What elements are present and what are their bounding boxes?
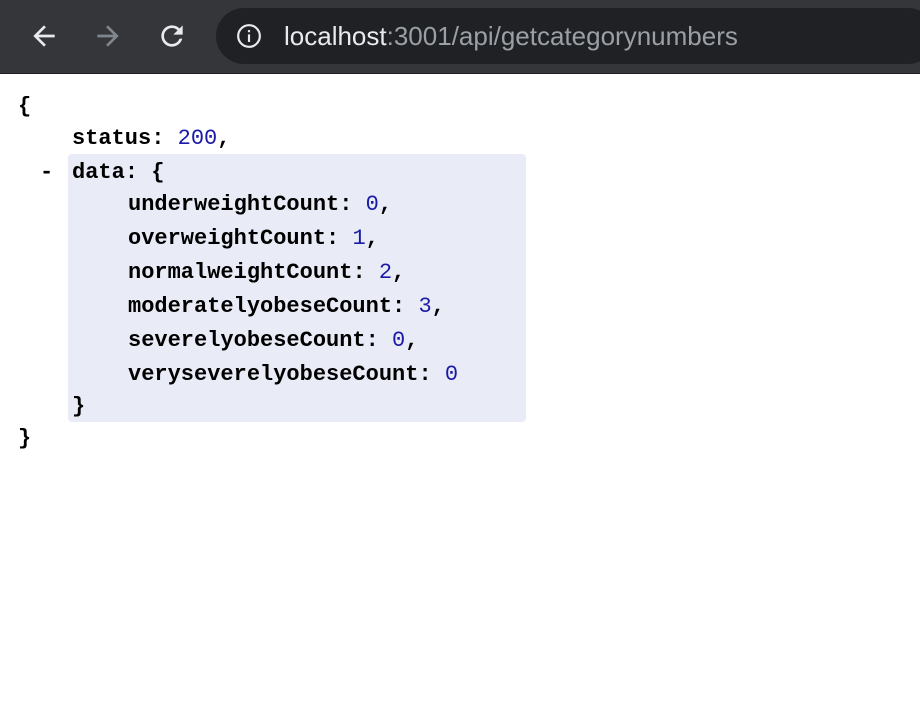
field-row: normalweightCount: 2,	[128, 260, 406, 285]
field-value: 0	[392, 328, 406, 353]
root-close-brace: }	[18, 426, 32, 451]
reload-button[interactable]	[152, 16, 192, 56]
field-value: 0	[444, 362, 459, 387]
arrow-right-icon	[97, 25, 119, 47]
root-open-brace: {	[18, 94, 32, 119]
field-row: moderatelyobeseCount: 3,	[128, 294, 445, 319]
browser-toolbar: localhost:3001/api/getcategorynumbers	[0, 0, 920, 73]
field-row: severelyobeseCount: 0,	[128, 328, 419, 353]
field-key: severelyobeseCount	[128, 328, 366, 353]
field-row: underweightCount: 0,	[128, 192, 393, 217]
data-line[interactable]: data: {	[72, 158, 164, 188]
field-key: moderatelyobeseCount	[128, 294, 393, 319]
arrow-left-icon	[33, 25, 55, 47]
status-key: status	[72, 126, 152, 151]
field-value: 1	[352, 226, 366, 251]
url-path: :3001/api/getcategorynumbers	[386, 21, 738, 51]
forward-button[interactable]	[88, 16, 128, 56]
data-close-brace: }	[72, 394, 86, 419]
collapse-toggle[interactable]: -	[40, 158, 53, 188]
back-button[interactable]	[24, 16, 64, 56]
url-host: localhost	[284, 21, 387, 51]
field-row: veryseverelyobeseCount: 0	[128, 362, 459, 387]
url-text[interactable]: localhost:3001/api/getcategorynumbers	[284, 18, 738, 54]
info-icon[interactable]	[236, 23, 262, 49]
field-value: 3	[418, 294, 432, 319]
field-key: veryseverelyobeseCount	[128, 362, 419, 387]
status-line: status: 200,	[72, 126, 231, 151]
data-key: data	[72, 160, 125, 185]
data-open-brace: {	[151, 160, 165, 185]
field-value: 2	[378, 260, 393, 285]
field-key: overweightCount	[128, 226, 327, 251]
field-row: overweightCount: 1,	[128, 226, 379, 251]
json-viewer: { status: 200, - data: { underweightCoun…	[0, 74, 920, 702]
field-key: normalweightCount	[128, 260, 353, 285]
field-value: 0	[365, 192, 379, 217]
reload-icon	[161, 25, 183, 47]
status-value: 200	[177, 126, 218, 151]
field-key: underweightCount	[128, 192, 340, 217]
